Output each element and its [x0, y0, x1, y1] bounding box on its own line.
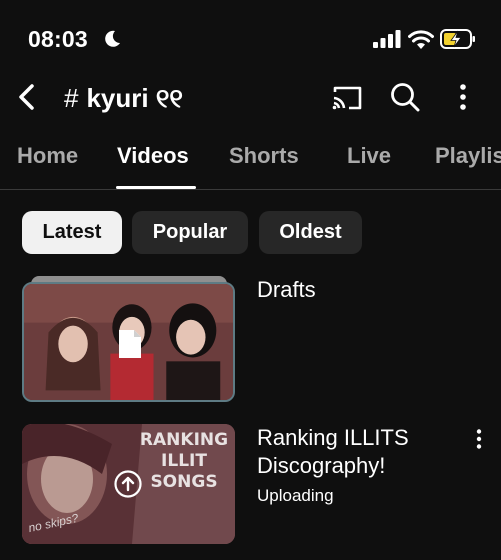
channel-name: kyuri ୧୧ — [86, 83, 183, 113]
video-status: Uploading — [257, 486, 334, 505]
video-title[interactable]: Ranking ILLITS Discography! — [257, 424, 467, 480]
upload-arrow-icon — [114, 470, 142, 498]
tab-shorts[interactable]: Shorts — [229, 143, 299, 169]
channel-hash: # — [64, 83, 79, 113]
status-time: 08:03 — [28, 26, 88, 52]
video-more-icon[interactable] — [472, 428, 486, 450]
channel-title: # kyuri ୧୧ — [64, 83, 183, 115]
video-thumbnail[interactable]: RANKING ILLIT SONGS no skips? — [22, 424, 235, 544]
moon-icon — [105, 30, 120, 47]
tab-playlists[interactable]: Playlis — [435, 143, 501, 169]
video-thumbnail[interactable] — [22, 282, 235, 402]
filter-latest-chip[interactable]: Latest — [22, 211, 122, 254]
cast-icon[interactable] — [331, 84, 363, 112]
tab-live[interactable]: Live — [347, 143, 391, 169]
filter-oldest-chip[interactable]: Oldest — [259, 211, 362, 254]
video-title[interactable]: Drafts — [257, 276, 316, 304]
thumbnail-text-line: RANKING — [139, 430, 229, 450]
more-vertical-icon[interactable] — [455, 82, 471, 112]
channel-tabs: Home Videos Shorts Live Playlis — [0, 126, 501, 190]
thumbnail-text: RANKING ILLIT SONGS — [134, 430, 234, 493]
active-tab-indicator — [116, 186, 196, 189]
tab-videos[interactable]: Videos — [117, 143, 189, 169]
channel-header: # kyuri ୧୧ — [0, 70, 501, 126]
battery-charging-icon — [440, 29, 475, 49]
draft-document-icon — [119, 330, 141, 358]
back-arrow-icon[interactable] — [14, 81, 42, 113]
wifi-icon — [408, 30, 434, 49]
thumbnail-text-line: SONGS — [150, 472, 218, 492]
tab-home[interactable]: Home — [17, 143, 78, 169]
search-icon[interactable] — [390, 82, 420, 112]
filter-popular-chip[interactable]: Popular — [132, 211, 248, 254]
thumbnail-text-line: ILLIT — [161, 451, 207, 471]
cellular-signal-icon — [373, 30, 401, 48]
status-bar: 08:03 — [0, 0, 501, 70]
